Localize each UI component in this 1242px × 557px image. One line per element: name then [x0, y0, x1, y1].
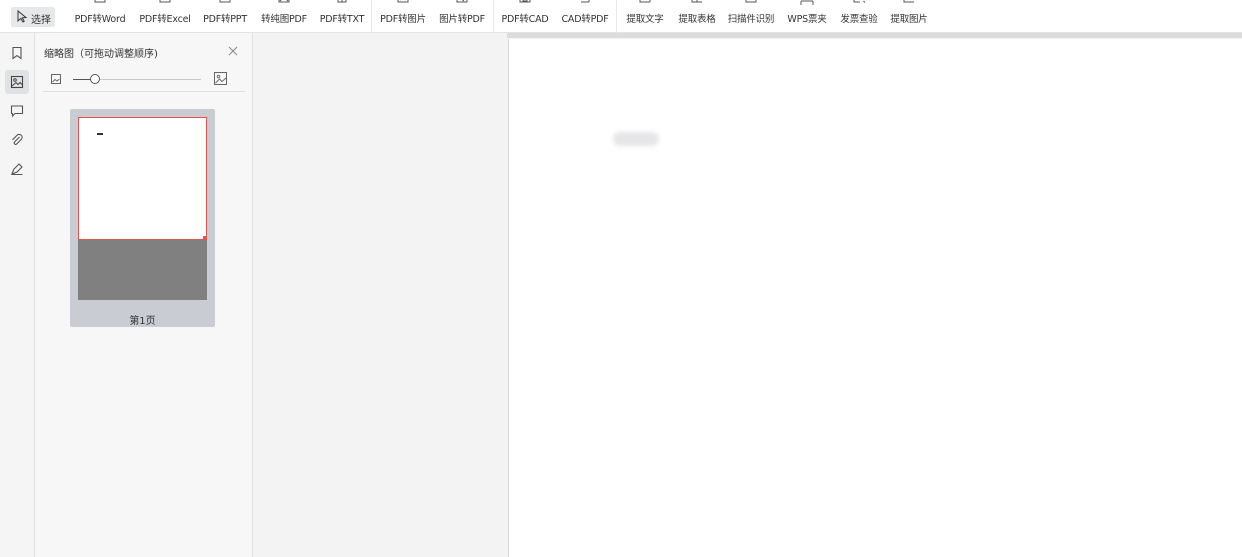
- tool-scan-recognize[interactable]: 扫描件识别: [724, 0, 778, 33]
- tool-label: CAD转PDF: [561, 14, 609, 25]
- tool-label: PDF转TXT: [319, 14, 365, 25]
- tool-pdf-to-excel[interactable]: PDF转Excel: [135, 0, 195, 33]
- extract-table-icon: [691, 0, 702, 3]
- document-top-edge: [507, 33, 1242, 38]
- rail-attachment-button[interactable]: [5, 128, 29, 152]
- thumbnail-zoom-row: [35, 71, 253, 89]
- cad-to-pdf-icon: [581, 0, 590, 3]
- tool-pdf-to-ppt[interactable]: PDF转PPT: [198, 0, 252, 33]
- tool-label: 转纯图PDF: [261, 14, 307, 25]
- tool-image-to-pdf[interactable]: 图片转PDF: [434, 0, 490, 33]
- tool-pdf-to-cad[interactable]: PDF转CAD: [497, 0, 553, 33]
- thumbnail-text-mark: [97, 133, 103, 135]
- tool-label: 图片转PDF: [439, 14, 485, 25]
- toolbar-separator: [616, 0, 617, 33]
- image-to-pdf-icon: [456, 0, 468, 3]
- pdf-to-image-icon: [397, 0, 409, 3]
- tool-pdf-to-image[interactable]: PDF转图片: [375, 0, 431, 33]
- thumbnail-page-label: 第1页: [129, 316, 156, 327]
- thumbnail-panel: 缩略图（可拖动调整顺序) 第1页: [35, 33, 253, 557]
- extract-image-icon: [903, 0, 914, 3]
- blurred-text: [613, 132, 659, 146]
- pdf-to-cad-icon: [519, 0, 531, 3]
- tool-label: PDF转Word: [74, 14, 126, 25]
- select-tool-button[interactable]: 选择: [11, 7, 55, 27]
- tool-extract-image[interactable]: 提取图片: [885, 0, 933, 33]
- rail-comment-button[interactable]: [5, 99, 29, 123]
- pdf-to-word-icon: [94, 0, 106, 3]
- tool-ticket-folder[interactable]: WPS票夹: [781, 0, 833, 33]
- tool-label: 提取图片: [890, 14, 928, 25]
- rail-thumbnail-button[interactable]: [5, 70, 29, 94]
- thumbnail-gray-area: [78, 240, 207, 300]
- pdf-to-txt-icon: [337, 0, 347, 3]
- page-thumbnail[interactable]: 第1页: [70, 109, 215, 327]
- left-rail: [0, 33, 35, 557]
- zoom-slider-fill: [73, 79, 91, 80]
- zoom-in-image-icon[interactable]: [213, 71, 228, 86]
- ticket-folder-icon: [800, 0, 814, 5]
- to-image-pdf-icon: [278, 0, 290, 3]
- comment-icon: [10, 105, 24, 118]
- attachment-icon: [12, 133, 23, 145]
- toolbar-separator: [371, 0, 372, 33]
- tool-pdf-to-word[interactable]: PDF转Word: [68, 0, 132, 33]
- document-page[interactable]: [508, 39, 1242, 557]
- tool-label: PDF转Excel: [139, 14, 191, 25]
- panel-divider: [43, 91, 245, 92]
- tool-label: PDF转CAD: [501, 14, 549, 25]
- rail-signature-button[interactable]: [5, 157, 29, 181]
- close-icon[interactable]: [227, 45, 239, 57]
- tool-pdf-to-txt[interactable]: PDF转TXT: [315, 0, 369, 33]
- tool-label: 扫描件识别: [727, 14, 775, 25]
- tool-cad-to-pdf[interactable]: CAD转PDF: [557, 0, 613, 33]
- signature-icon: [11, 163, 23, 176]
- panel-title: 缩略图（可拖动调整顺序): [44, 49, 158, 60]
- scan-recognize-icon: [745, 0, 757, 3]
- tool-extract-text[interactable]: 提取文字: [620, 0, 670, 33]
- tool-label: 提取表格: [678, 14, 716, 25]
- pdf-to-excel-icon: [159, 0, 171, 3]
- tool-label: PDF转PPT: [203, 14, 247, 25]
- document-viewer[interactable]: [254, 33, 1242, 557]
- tool-invoice-check[interactable]: 发票查验: [835, 0, 883, 33]
- zoom-slider-handle[interactable]: [90, 74, 100, 84]
- rail-bookmark-button[interactable]: [5, 41, 29, 65]
- tool-label: WPS票夹: [787, 14, 827, 25]
- tool-label: PDF转图片: [380, 14, 426, 25]
- bookmark-icon: [12, 46, 22, 60]
- extract-text-icon: [639, 0, 651, 3]
- select-tool-label: 选择: [31, 15, 51, 26]
- cursor-icon: [17, 10, 28, 23]
- thumbnail-icon: [10, 75, 24, 89]
- tool-label: 发票查验: [840, 14, 878, 25]
- tool-to-image-pdf[interactable]: 转纯图PDF: [255, 0, 313, 33]
- toolbar: 选择 PDF转Word PDF转Excel PDF转PPT 转纯图PDF PDF…: [0, 0, 1242, 33]
- zoom-out-image-icon[interactable]: [50, 73, 62, 85]
- pdf-to-ppt-icon: [219, 0, 231, 3]
- tool-extract-table[interactable]: 提取表格: [672, 0, 722, 33]
- thumbnail-page-preview: [78, 117, 207, 240]
- toolbar-separator: [493, 0, 494, 33]
- tool-label: 提取文字: [626, 14, 664, 25]
- invoice-check-icon: [853, 0, 866, 3]
